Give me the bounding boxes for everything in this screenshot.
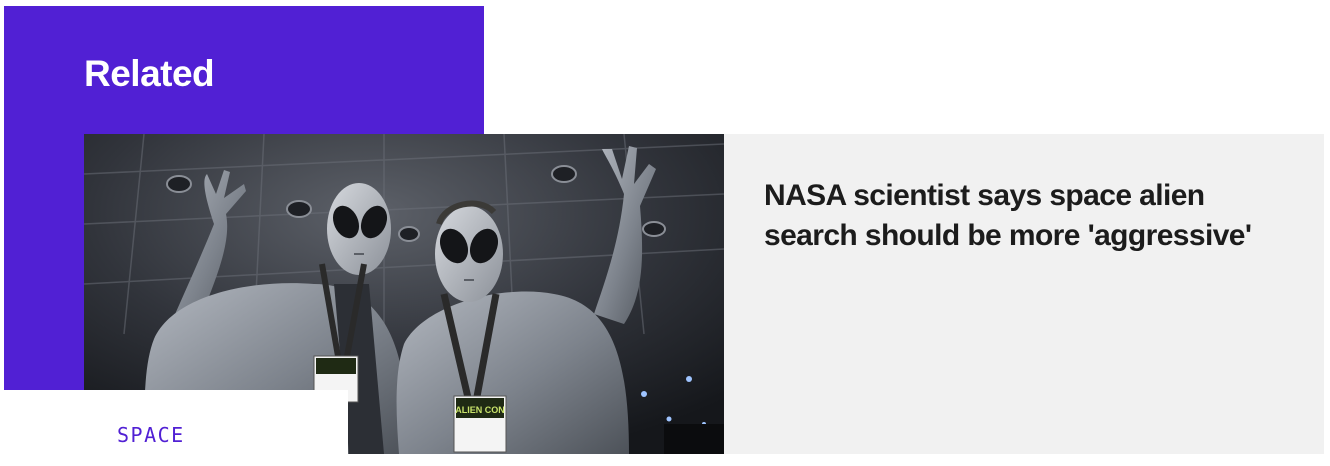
article-headline[interactable]: NASA scientist says space alien search s… — [764, 176, 1284, 256]
category-tag-box: SPACE — [4, 390, 348, 466]
badge-logo: ALIEN CON — [455, 405, 505, 415]
category-tag-space[interactable]: SPACE — [117, 423, 185, 447]
related-section: Related ALIEN CON NASA scientist says sp… — [0, 0, 1330, 466]
section-title: Related — [84, 53, 215, 94]
article-text-panel: NASA scientist says space alien search s… — [724, 134, 1324, 454]
